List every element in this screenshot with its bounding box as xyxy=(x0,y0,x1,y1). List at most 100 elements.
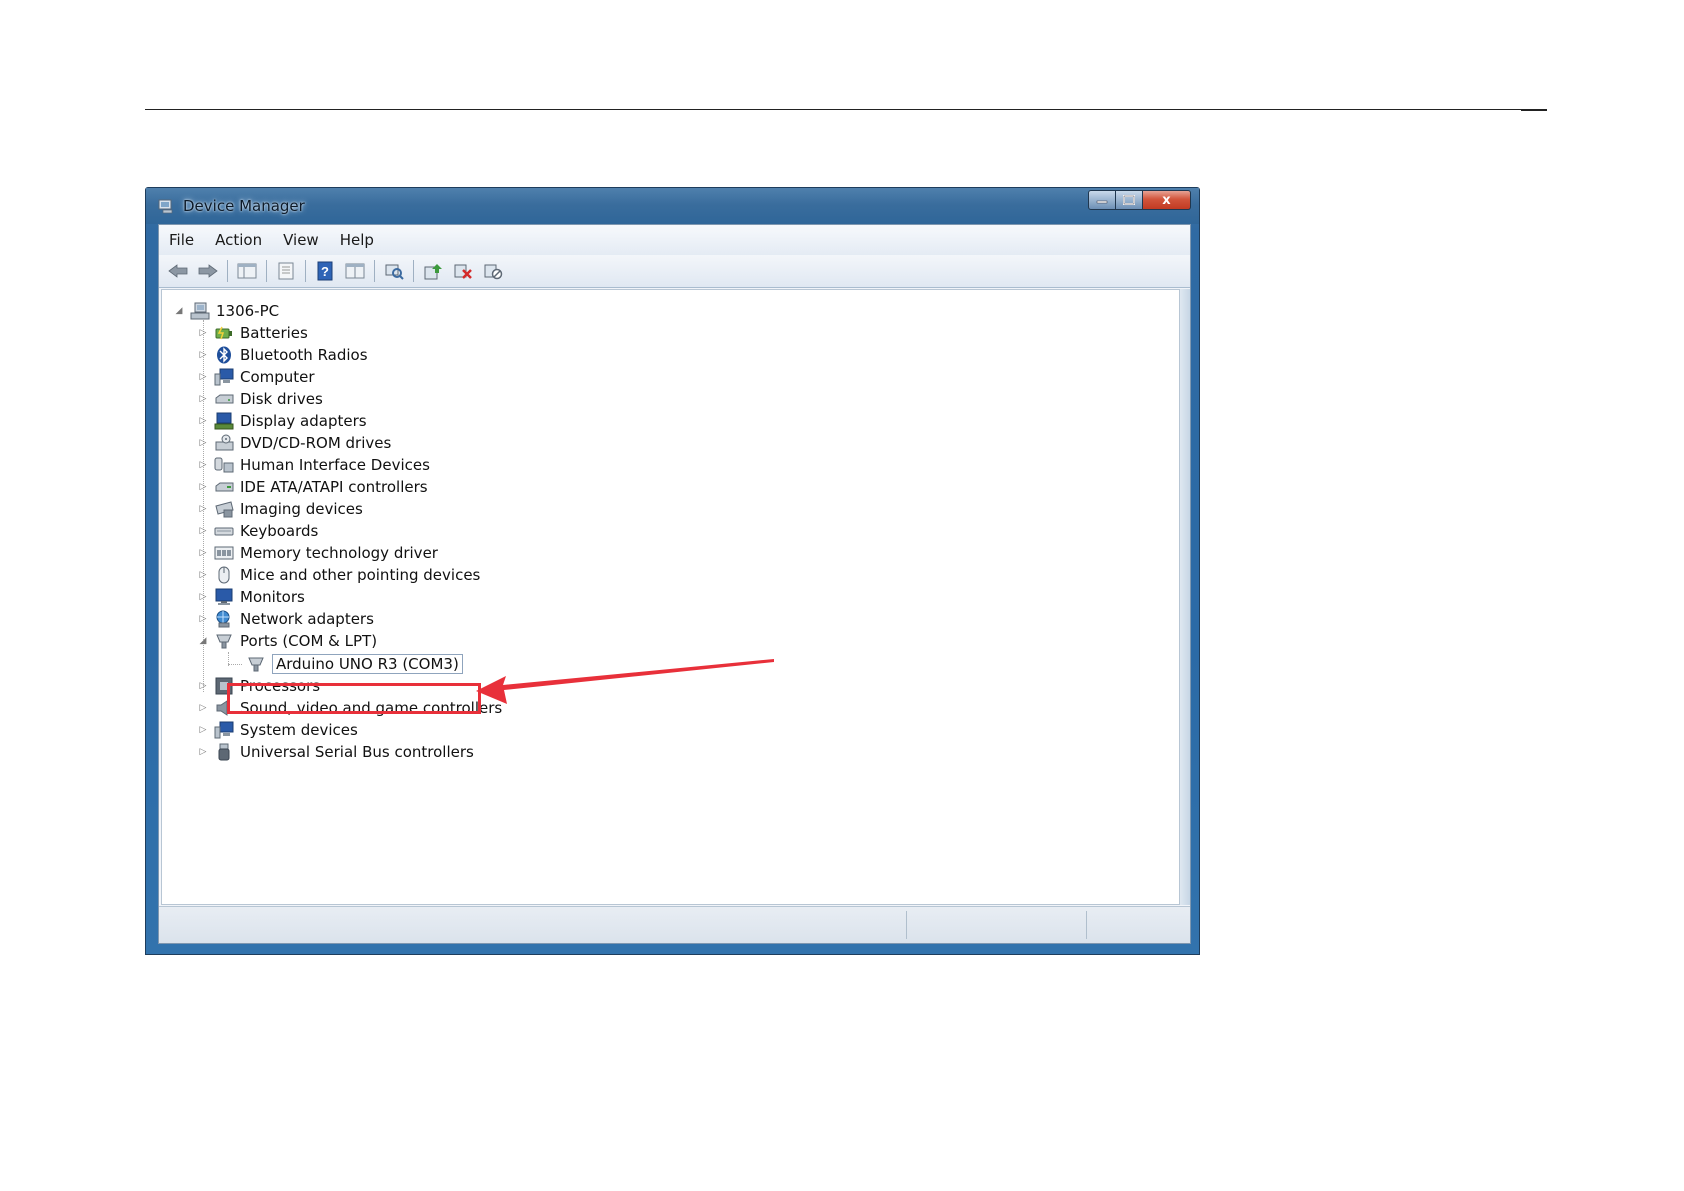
tree-item-label: Human Interface Devices xyxy=(240,456,430,474)
tree-item-imaging[interactable]: ▷ Imaging devices xyxy=(198,498,363,520)
display-adapter-icon xyxy=(214,412,234,430)
close-button[interactable]: x xyxy=(1143,190,1191,210)
tree-item-label: IDE ATA/ATAPI controllers xyxy=(240,478,428,496)
tree-item-label: Disk drives xyxy=(240,390,323,408)
disk-drive-icon xyxy=(214,390,234,408)
help-icon[interactable]: ? xyxy=(314,260,336,282)
tree-item-label: Display adapters xyxy=(240,412,367,430)
expand-arrow-icon[interactable]: ▷ xyxy=(198,747,208,757)
tree-item-hid[interactable]: ▷ Human Interface Devices xyxy=(198,454,430,476)
uninstall-icon[interactable] xyxy=(452,260,474,282)
toolbar: ? xyxy=(159,255,1190,288)
window-controls: x xyxy=(1088,190,1191,212)
status-bar-separator xyxy=(906,911,907,939)
back-icon[interactable] xyxy=(167,260,189,282)
expand-arrow-icon[interactable]: ▷ xyxy=(198,416,208,426)
forward-icon[interactable] xyxy=(197,260,219,282)
monitor-icon xyxy=(214,588,234,606)
expand-arrow-icon[interactable]: ▷ xyxy=(198,350,208,360)
tree-item-batteries[interactable]: ▷ Batteries xyxy=(198,322,308,344)
tree-item-usb[interactable]: ▷ Universal Serial Bus controllers xyxy=(198,741,474,763)
device-manager-window: Device Manager x File Action View Help ?… xyxy=(145,187,1200,955)
window-client-area: File Action View Help ? ◢ 1306-PC ▷ Batt… xyxy=(158,224,1191,944)
menu-file[interactable]: File xyxy=(169,231,194,249)
disable-icon[interactable] xyxy=(482,260,504,282)
highlight-box xyxy=(227,683,481,714)
properties-icon[interactable] xyxy=(275,260,297,282)
expand-arrow-icon[interactable]: ▷ xyxy=(198,703,208,713)
expand-arrow-icon[interactable]: ▷ xyxy=(198,592,208,602)
device-manager-icon xyxy=(158,198,175,214)
menu-bar: File Action View Help xyxy=(159,225,1190,255)
toolbar-separator xyxy=(374,260,375,282)
computer-icon xyxy=(214,368,234,386)
expand-arrow-icon[interactable]: ▷ xyxy=(198,526,208,536)
ide-controller-icon xyxy=(214,478,234,496)
tree-item-disk-drives[interactable]: ▷ Disk drives xyxy=(198,388,323,410)
network-adapter-icon xyxy=(214,610,234,628)
toolbar-separator xyxy=(305,260,306,282)
tree-item-display-adapters[interactable]: ▷ Display adapters xyxy=(198,410,367,432)
view-icon[interactable] xyxy=(344,260,366,282)
window-border-right xyxy=(1180,289,1190,905)
tree-guide-line xyxy=(228,664,242,665)
update-driver-icon[interactable] xyxy=(422,260,444,282)
window-title: Device Manager xyxy=(183,197,305,215)
tree-item-label: Monitors xyxy=(240,588,305,606)
console-tree-icon[interactable] xyxy=(236,260,258,282)
port-icon xyxy=(246,655,266,673)
expand-arrow-icon[interactable]: ▷ xyxy=(198,394,208,404)
expand-arrow-icon[interactable]: ▷ xyxy=(198,570,208,580)
tree-root-label: 1306-PC xyxy=(216,302,280,320)
tree-item-label: Computer xyxy=(240,368,315,386)
memory-icon xyxy=(214,544,234,562)
expand-arrow-icon[interactable]: ▷ xyxy=(198,725,208,735)
maximize-button[interactable] xyxy=(1116,190,1143,210)
imaging-device-icon xyxy=(214,500,234,518)
menu-view[interactable]: View xyxy=(283,231,319,249)
device-tree[interactable]: ◢ 1306-PC ▷ Batteries ▷ Bluetooth Radios… xyxy=(161,289,1180,905)
toolbar-separator xyxy=(227,260,228,282)
tree-item-monitors[interactable]: ▷ Monitors xyxy=(198,586,305,608)
tree-item-label: Mice and other pointing devices xyxy=(240,566,481,584)
tree-item-label: Batteries xyxy=(240,324,308,342)
collapse-arrow-icon[interactable]: ◢ xyxy=(198,636,208,646)
tree-item-ide[interactable]: ▷ IDE ATA/ATAPI controllers xyxy=(198,476,428,498)
tree-item-label: Bluetooth Radios xyxy=(240,346,368,364)
bluetooth-icon xyxy=(214,346,234,364)
expand-arrow-icon[interactable]: ▷ xyxy=(198,438,208,448)
tree-root[interactable]: ◢ 1306-PC xyxy=(174,300,280,322)
tree-item-mice[interactable]: ▷ Mice and other pointing devices xyxy=(198,564,481,586)
tree-item-keyboards[interactable]: ▷ Keyboards xyxy=(198,520,319,542)
tree-item-ports[interactable]: ◢ Ports (COM & LPT) xyxy=(198,630,378,652)
scan-hardware-icon[interactable] xyxy=(383,260,405,282)
expand-arrow-icon[interactable]: ▷ xyxy=(198,460,208,470)
tree-item-memory[interactable]: ▷ Memory technology driver xyxy=(198,542,438,564)
keyboard-icon xyxy=(214,522,234,540)
expand-arrow-icon[interactable]: ▷ xyxy=(198,681,208,691)
tree-item-dvd-drives[interactable]: ▷ DVD/CD-ROM drives xyxy=(198,432,392,454)
expand-arrow-icon[interactable]: ▷ xyxy=(198,548,208,558)
port-icon xyxy=(214,632,234,650)
tree-item-computer[interactable]: ▷ Computer xyxy=(198,366,315,388)
expand-arrow-icon[interactable]: ▷ xyxy=(198,372,208,382)
collapse-arrow-icon[interactable]: ◢ xyxy=(174,306,184,316)
menu-action[interactable]: Action xyxy=(215,231,262,249)
tree-item-system-devices[interactable]: ▷ System devices xyxy=(198,719,358,741)
title-bar[interactable]: Device Manager x xyxy=(146,188,1199,224)
status-bar xyxy=(159,906,1190,943)
minimize-button[interactable] xyxy=(1088,190,1116,210)
expand-arrow-icon[interactable]: ▷ xyxy=(198,614,208,624)
expand-arrow-icon[interactable]: ▷ xyxy=(198,482,208,492)
close-icon: x xyxy=(1162,192,1171,208)
tree-item-network[interactable]: ▷ Network adapters xyxy=(198,608,374,630)
expand-arrow-icon[interactable]: ▷ xyxy=(198,504,208,514)
tree-item-label: Arduino UNO R3 (COM3) xyxy=(272,654,463,674)
tree-item-bluetooth[interactable]: ▷ Bluetooth Radios xyxy=(198,344,368,366)
computer-icon xyxy=(190,302,210,320)
menu-help[interactable]: Help xyxy=(340,231,374,249)
tree-item-label: Ports (COM & LPT) xyxy=(240,632,378,650)
tree-item-label: Memory technology driver xyxy=(240,544,438,562)
tree-item-arduino-uno-r3[interactable]: Arduino UNO R3 (COM3) xyxy=(246,653,463,675)
expand-arrow-icon[interactable]: ▷ xyxy=(198,328,208,338)
